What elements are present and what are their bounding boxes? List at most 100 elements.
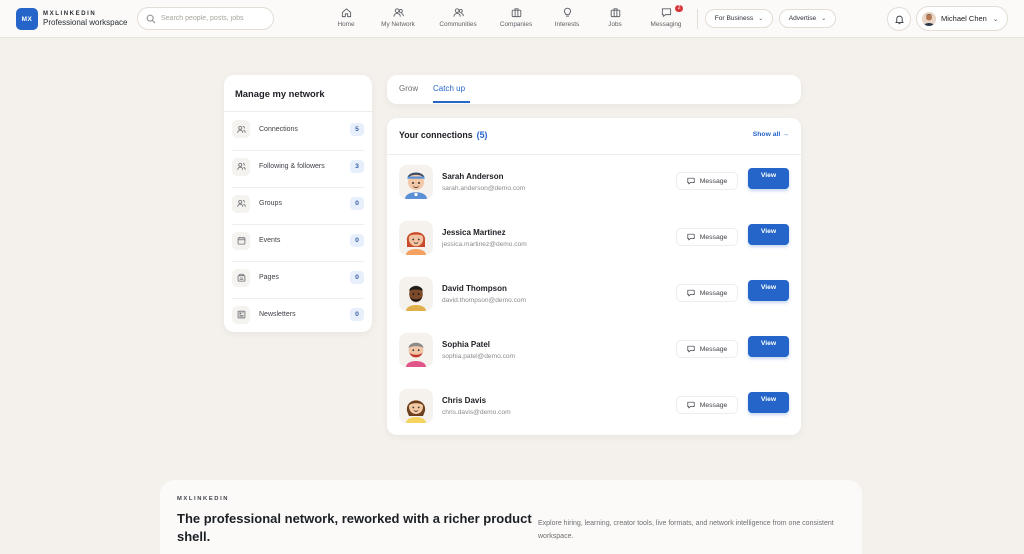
calendar-icon (232, 231, 250, 250)
connection-row: David Thompson david.thompson@demo.com M… (387, 266, 801, 322)
connection-email: david.thompson@demo.com (442, 297, 527, 304)
user-menu[interactable]: Michael Chen ⌄ (916, 6, 1008, 31)
people-icon (232, 157, 250, 176)
user-avatar (922, 11, 936, 26)
nav-jobs[interactable]: Jobs (604, 7, 626, 31)
sidebar-item-label: Pages (259, 274, 279, 281)
avatar (399, 221, 433, 255)
search-box[interactable] (137, 7, 274, 30)
brand-subtitle: Professional workspace (43, 17, 128, 27)
chevron-down-icon: ⌄ (758, 16, 764, 22)
sidebar-item-label: Events (259, 237, 281, 244)
sidebar-item-newsletters[interactable]: Newsletters 0 (232, 298, 364, 330)
tabs-bar: Grow Catch up (387, 75, 801, 104)
nav-home[interactable]: Home (336, 7, 356, 31)
nav-messaging-label: Messaging (650, 21, 682, 28)
chat-icon (687, 233, 695, 241)
view-button[interactable]: View (748, 224, 789, 245)
nav-interests-label: Interests (554, 21, 580, 28)
connection-name[interactable]: Sarah Anderson (442, 172, 504, 181)
sidebar-item-pages[interactable]: Pages 0 (232, 261, 364, 293)
view-button[interactable]: View (748, 392, 789, 413)
active-tab-indicator (433, 101, 470, 103)
count-badge: 0 (350, 197, 364, 210)
sidebar-item-connections[interactable]: Connections 5 (232, 113, 364, 145)
jobs-icon (610, 8, 620, 18)
connection-email: sophia.patel@demo.com (442, 353, 516, 360)
lightbulb-icon (563, 7, 571, 17)
for-business-label: For Business (714, 15, 754, 22)
message-button[interactable]: Message (676, 284, 738, 302)
advertise-dropdown[interactable]: Advertise ⌄ (779, 9, 836, 28)
newsletter-icon (232, 305, 250, 324)
nav-jobs-label: Jobs (608, 21, 622, 28)
notifications-button[interactable] (887, 7, 911, 31)
messaging-badge: 2 (675, 5, 683, 12)
sidebar-item-label: Newsletters (259, 311, 296, 318)
sidebar-item-events[interactable]: Events 0 (232, 224, 364, 256)
nav-divider (697, 9, 698, 29)
nav-messaging[interactable]: Messaging 2 (647, 5, 685, 31)
nav-home-label: Home (337, 21, 355, 28)
nav-my-network[interactable]: My Network (378, 7, 418, 31)
message-button[interactable]: Message (676, 396, 738, 414)
message-button[interactable]: Message (676, 172, 738, 190)
sidebar-item-following-followers[interactable]: Following & followers 3 (232, 150, 364, 182)
avatar (399, 389, 433, 423)
tab-grow[interactable]: Grow (399, 84, 418, 93)
chat-icon (687, 177, 695, 185)
connection-email: sarah.anderson@demo.com (442, 185, 526, 192)
connections-card: Your connections (5) Show all → Sarah And… (387, 118, 801, 435)
connections-count: (5) (476, 130, 488, 140)
view-button[interactable]: View (748, 168, 789, 189)
chevron-down-icon: ⌄ (992, 15, 999, 23)
tab-catch-up[interactable]: Catch up (433, 84, 465, 93)
avatar (399, 165, 433, 199)
chat-icon (687, 401, 695, 409)
home-icon (341, 8, 351, 18)
avatar (399, 277, 433, 311)
nav-communities[interactable]: Communities (436, 7, 480, 31)
count-badge: 0 (350, 234, 364, 247)
people-icon (232, 120, 250, 138)
search-icon (146, 14, 156, 23)
nav-interests[interactable]: Interests (552, 7, 582, 31)
connection-email: jessica.martinez@demo.com (442, 241, 527, 248)
brand[interactable]: MX MXLINKEDIN Professional workspace (16, 8, 127, 30)
connection-name[interactable]: David Thompson (442, 284, 507, 293)
advertise-label: Advertise (788, 15, 817, 22)
promo-banner: MXLINKEDIN The professional network, rew… (160, 480, 862, 554)
sidebar-item-label: Following & followers (259, 163, 325, 170)
nav-my-network-label: My Network (381, 21, 415, 28)
connection-row: Chris Davis chris.davis@demo.com Message… (387, 378, 801, 434)
chevron-down-icon: ⌄ (821, 16, 827, 22)
count-badge: 0 (350, 308, 364, 321)
count-badge: 0 (350, 271, 364, 284)
connection-name[interactable]: Jessica Martinez (442, 228, 506, 237)
nav-communities-label: Communities (439, 21, 477, 28)
connection-name[interactable]: Chris Davis (442, 396, 486, 405)
show-all-link[interactable]: Show all → (753, 131, 789, 138)
banner-title: The professional network, reworked with … (177, 511, 532, 544)
network-icon (392, 8, 404, 17)
chat-icon (661, 8, 671, 17)
avatar (399, 333, 433, 367)
nav-companies[interactable]: Companies (497, 7, 535, 31)
connection-row: Sophia Patel sophia.patel@demo.com Messa… (387, 322, 801, 378)
message-button[interactable]: Message (676, 340, 738, 358)
connections-heading: Your connections (5) (399, 130, 487, 140)
connection-row: Jessica Martinez jessica.martinez@demo.c… (387, 210, 801, 266)
search-input[interactable] (161, 15, 266, 22)
chat-icon (687, 345, 695, 353)
message-label: Message (699, 233, 728, 241)
connection-name[interactable]: Sophia Patel (442, 340, 490, 349)
briefcase-icon (511, 8, 521, 18)
message-button[interactable]: Message (676, 228, 738, 246)
view-button[interactable]: View (748, 336, 789, 357)
connections-title: Your connections (399, 130, 473, 140)
message-label: Message (699, 177, 728, 185)
view-button[interactable]: View (748, 280, 789, 301)
sidebar-item-groups[interactable]: Groups 0 (232, 187, 364, 219)
for-business-dropdown[interactable]: For Business ⌄ (705, 9, 773, 28)
pages-icon (232, 268, 250, 287)
